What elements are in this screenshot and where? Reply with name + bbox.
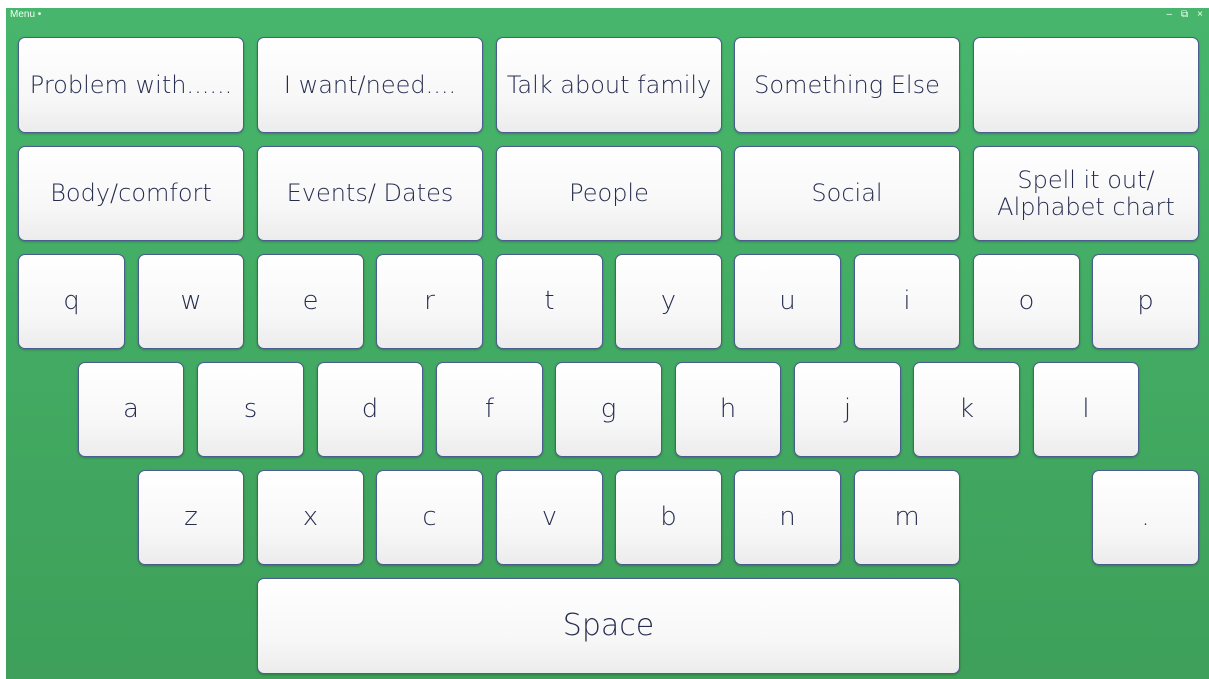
close-icon[interactable]: × xyxy=(1197,9,1203,21)
key-d[interactable]: d xyxy=(317,362,423,457)
key-p[interactable]: p xyxy=(1092,254,1199,349)
phrase-button-empty[interactable] xyxy=(973,37,1199,133)
app-window: Menu • – ⧉ × Problem with...... I want/n… xyxy=(6,8,1209,679)
phrase-button-people[interactable]: People xyxy=(496,146,722,241)
space-key[interactable]: Space xyxy=(257,578,960,674)
phrase-button-problem-with[interactable]: Problem with...... xyxy=(18,37,244,133)
phrase-button-i-want-need[interactable]: I want/need.... xyxy=(257,37,483,133)
key-h[interactable]: h xyxy=(675,362,781,457)
phrase-button-body-comfort[interactable]: Body/comfort xyxy=(18,146,244,241)
key-k[interactable]: k xyxy=(913,362,1020,457)
key-l[interactable]: l xyxy=(1033,362,1139,457)
key-e[interactable]: e xyxy=(257,254,364,349)
title-bar: Menu • – ⧉ × xyxy=(6,8,1209,26)
menu-button[interactable]: Menu • xyxy=(10,9,41,20)
key-w[interactable]: w xyxy=(138,254,244,349)
window-controls: – ⧉ × xyxy=(1166,9,1203,21)
key-period[interactable]: . xyxy=(1092,470,1199,565)
minimize-icon[interactable]: – xyxy=(1166,9,1172,21)
key-u[interactable]: u xyxy=(734,254,841,349)
key-q[interactable]: q xyxy=(18,254,125,349)
phrase-button-spell-it-out[interactable]: Spell it out/ Alphabet chart xyxy=(973,146,1199,241)
key-f[interactable]: f xyxy=(436,362,543,457)
key-i[interactable]: i xyxy=(854,254,960,349)
restore-icon[interactable]: ⧉ xyxy=(1181,9,1188,21)
key-s[interactable]: s xyxy=(197,362,304,457)
key-j[interactable]: j xyxy=(794,362,901,457)
key-v[interactable]: v xyxy=(496,470,603,565)
key-o[interactable]: o xyxy=(973,254,1080,349)
key-g[interactable]: g xyxy=(555,362,662,457)
phrase-button-talk-about-family[interactable]: Talk about family xyxy=(496,37,722,133)
key-y[interactable]: y xyxy=(615,254,722,349)
key-x[interactable]: x xyxy=(257,470,364,565)
key-r[interactable]: r xyxy=(376,254,483,349)
key-z[interactable]: z xyxy=(138,470,244,565)
phrase-button-social[interactable]: Social xyxy=(734,146,960,241)
key-t[interactable]: t xyxy=(496,254,603,349)
phrase-button-something-else[interactable]: Something Else xyxy=(734,37,960,133)
key-m[interactable]: m xyxy=(854,470,960,565)
key-n[interactable]: n xyxy=(734,470,841,565)
key-c[interactable]: c xyxy=(376,470,483,565)
key-a[interactable]: a xyxy=(78,362,184,457)
key-b[interactable]: b xyxy=(615,470,722,565)
phrase-button-events-dates[interactable]: Events/ Dates xyxy=(257,146,483,241)
